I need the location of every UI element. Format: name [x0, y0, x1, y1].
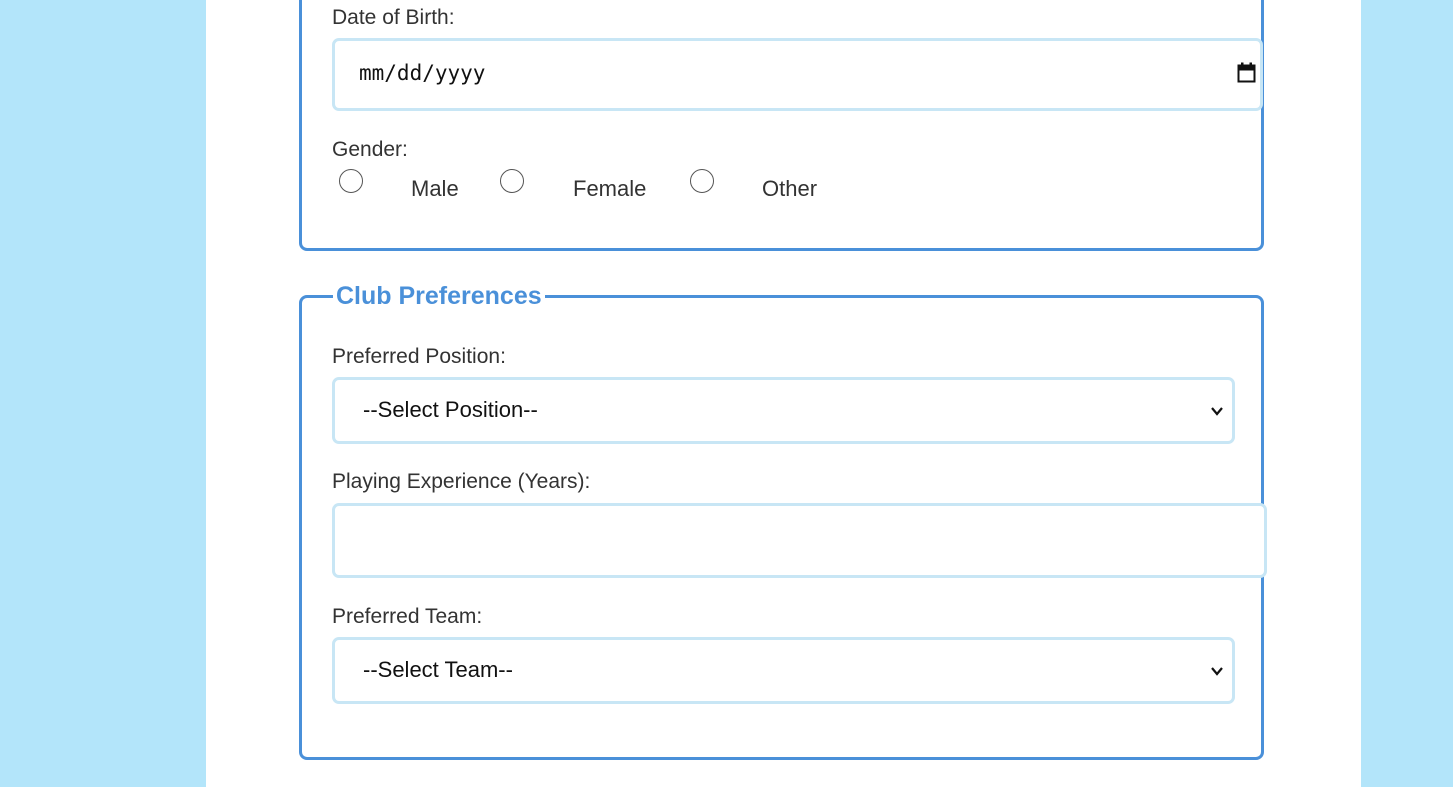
team-label: Preferred Team: — [332, 605, 483, 628]
chevron-down-icon — [1211, 667, 1223, 676]
chevron-down-icon — [1211, 407, 1223, 416]
dob-placeholder: mm/dd/yyyy — [359, 61, 486, 85]
club-preferences-fieldset: Club Preferences Preferred Position: --S… — [299, 281, 1267, 760]
dob-label: Date of Birth: — [332, 6, 455, 29]
experience-input[interactable] — [332, 503, 1267, 578]
gender-option-female[interactable]: Female — [573, 176, 646, 202]
gender-label: Gender: — [332, 138, 408, 161]
gender-radio-female[interactable] — [500, 169, 524, 193]
position-label: Preferred Position: — [332, 345, 506, 368]
calendar-icon[interactable] — [1237, 62, 1256, 83]
team-select[interactable]: --Select Team-- — [332, 637, 1235, 704]
team-selected-value: --Select Team-- — [363, 657, 513, 682]
gender-radio-male[interactable] — [339, 169, 363, 193]
gender-option-other[interactable]: Other — [762, 176, 817, 202]
club-preferences-legend: Club Preferences — [333, 281, 545, 311]
position-selected-value: --Select Position-- — [363, 397, 538, 422]
form-page: Date of Birth: mm/dd/yyyy Gender: Male F… — [206, 0, 1361, 787]
experience-label: Playing Experience (Years): — [332, 470, 591, 493]
gender-radio-other[interactable] — [690, 169, 714, 193]
dob-input[interactable]: mm/dd/yyyy — [332, 38, 1263, 111]
position-select[interactable]: --Select Position-- — [332, 377, 1235, 444]
gender-option-male[interactable]: Male — [411, 176, 459, 202]
personal-info-fieldset: Date of Birth: mm/dd/yyyy Gender: Male F… — [299, 0, 1264, 251]
